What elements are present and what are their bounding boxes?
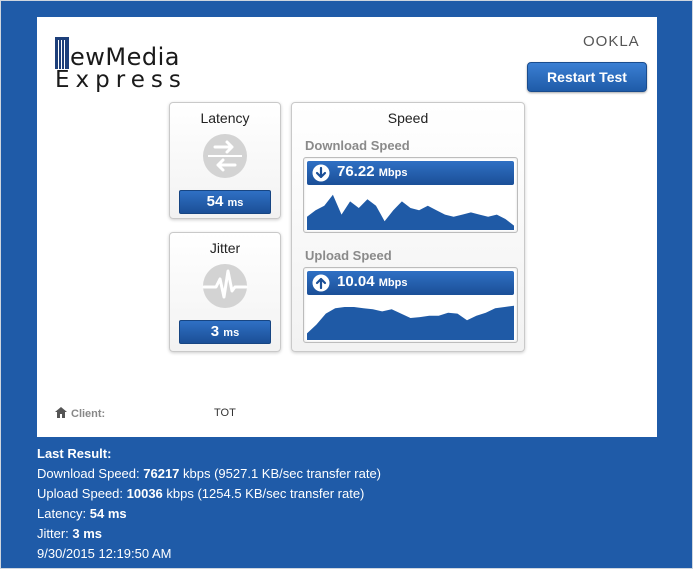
dl-graph-area [307,194,514,230]
result-upload: Upload Speed: 10036 kbps (1254.5 KB/sec … [37,486,365,501]
download-graph-box: 76.22 Mbps [303,157,518,233]
latency-value: 54 ms [179,190,271,214]
jitter-pulse-icon [202,264,248,308]
latency-unit: ms [227,197,244,209]
jitter-value: 3 ms [179,320,271,344]
upload-number: 10.04 Mbps [337,273,408,290]
upload-graph-box: 10.04 Mbps [303,267,518,343]
jitter-card: Jitter 3 ms [169,232,281,352]
latency-number: 54 [206,193,224,210]
logo-n-mark [55,37,69,69]
result-jitter: Jitter: 3 ms [37,526,103,541]
ul-graph-area [307,305,514,340]
upload-arrow-icon [312,274,330,292]
home-icon [55,407,67,418]
client-value: TOT [214,407,236,419]
jitter-unit: ms [223,327,240,339]
last-result-heading: Last Result: [37,446,112,461]
logo-line2: Express [55,67,187,93]
result-latency: Latency: 54 ms [37,506,127,521]
speed-card: Speed Download Speed 76.22 Mbps Upload S… [291,102,525,352]
download-number: 76.22 Mbps [337,163,408,180]
client-label: Client: [55,407,105,420]
last-result: Last Result: Download Speed: 76217 kbps … [37,444,381,564]
upload-speed-value: 10.04 Mbps [307,271,514,295]
download-speed-label: Download Speed [305,138,410,153]
latency-title: Latency [200,110,250,126]
latency-arrows-icon [203,134,247,178]
jitter-title: Jitter [209,240,241,256]
restart-test-button[interactable]: Restart Test [527,62,647,92]
jitter-number: 3 [210,323,220,340]
newmedia-express-logo: ewMedia Express [55,35,205,93]
download-speed-value: 76.22 Mbps [307,161,514,185]
speedtest-panel: ewMedia Express OOKLA Restart Test Laten… [37,17,657,437]
upload-graph [307,305,514,340]
result-download: Download Speed: 76217 kbps (9527.1 KB/se… [37,466,382,481]
download-graph [307,194,514,230]
upload-speed-label: Upload Speed [305,248,392,263]
latency-card: Latency 54 ms [169,102,281,219]
ookla-logo: OOKLA [583,33,640,50]
download-arrow-icon [312,164,330,182]
speed-title: Speed [387,110,429,126]
result-timestamp: 9/30/2015 12:19:50 AM [37,546,172,561]
